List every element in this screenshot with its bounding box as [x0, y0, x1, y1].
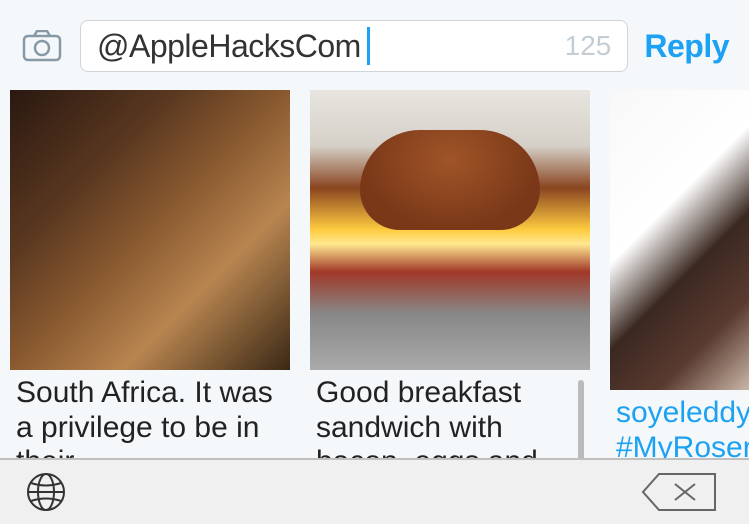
post-image[interactable] — [10, 90, 290, 370]
delete-key[interactable] — [633, 467, 725, 517]
compose-input[interactable]: @AppleHacksCom 125 — [80, 20, 628, 72]
compose-bar: @AppleHacksCom 125 Reply — [0, 0, 749, 90]
card-row: South Africa. It was a privilege to be i… — [0, 90, 749, 500]
char-count: 125 — [565, 30, 612, 62]
post-card[interactable]: South Africa. It was a privilege to be i… — [10, 90, 290, 500]
post-image[interactable] — [610, 90, 749, 390]
post-image[interactable] — [310, 90, 590, 370]
compose-text: @AppleHacksCom — [97, 28, 361, 65]
reply-button[interactable]: Reply — [644, 28, 729, 65]
caption-scrollbar[interactable] — [578, 380, 584, 468]
keyboard-bar — [0, 458, 749, 524]
post-card[interactable]: Good breakfast sandwich with bacon, eggs… — [310, 90, 590, 500]
globe-icon[interactable] — [24, 470, 68, 514]
post-card[interactable]: soyeleddy #MyRoser — [610, 90, 749, 500]
text-cursor — [367, 27, 370, 65]
camera-icon[interactable] — [20, 28, 64, 64]
